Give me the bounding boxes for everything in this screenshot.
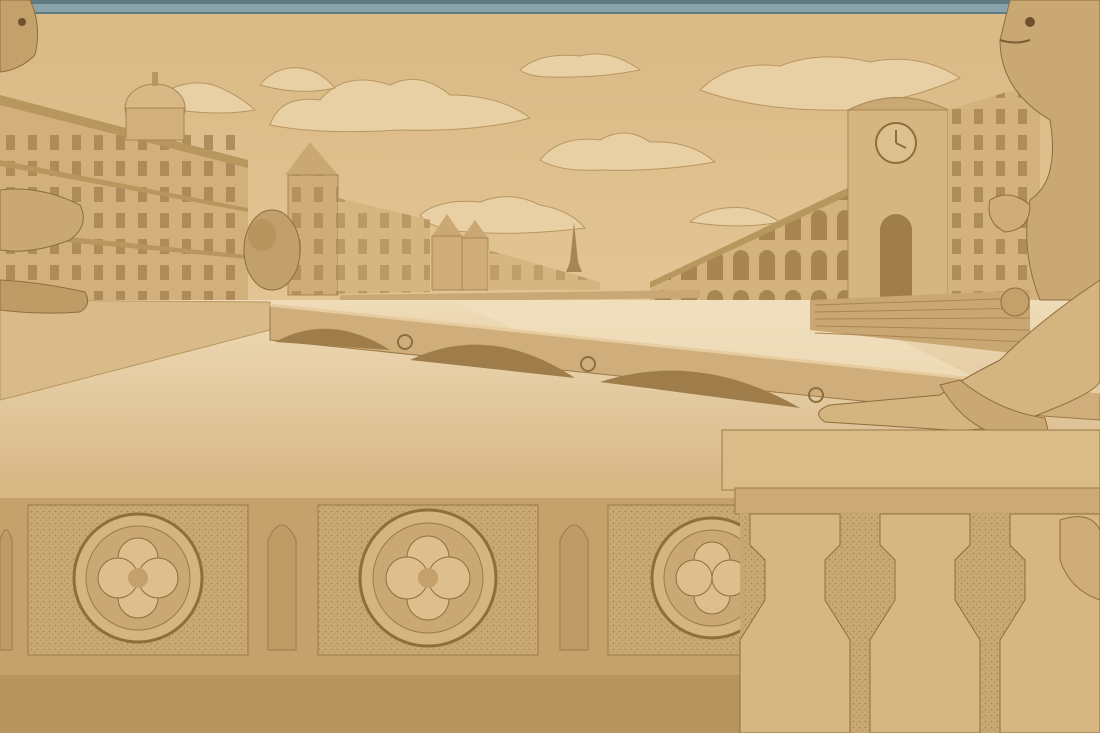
window-frame xyxy=(0,0,1100,16)
balustrade xyxy=(721,429,1100,733)
sand-tree xyxy=(243,209,301,291)
sand-sculpture-scene xyxy=(0,0,1100,733)
